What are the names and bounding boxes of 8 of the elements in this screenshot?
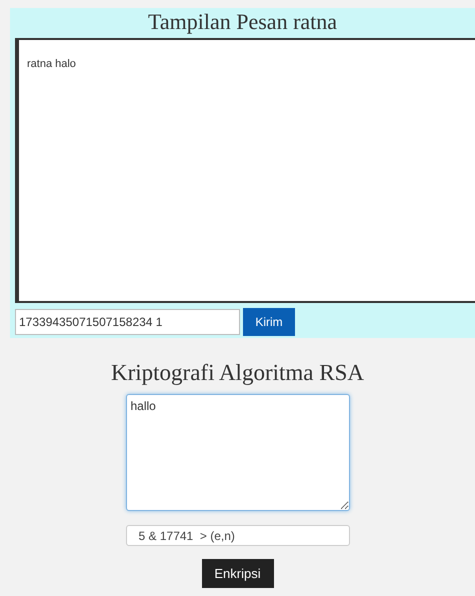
key-field[interactable]: 5 & 17741 > (e,n) [126,525,350,546]
crypto-title: Kriptografi Algoritma RSA [111,360,364,386]
send-button[interactable]: Kirim [243,308,295,336]
plaintext-field[interactable]: hallo [126,394,350,511]
message-input[interactable]: 17339435071507158234 1 [15,309,240,335]
chat-title: Tampilan Pesan ratna [146,8,338,36]
message-text: ratna halo [27,58,77,70]
encrypt-button[interactable]: Enkripsi [202,559,274,588]
